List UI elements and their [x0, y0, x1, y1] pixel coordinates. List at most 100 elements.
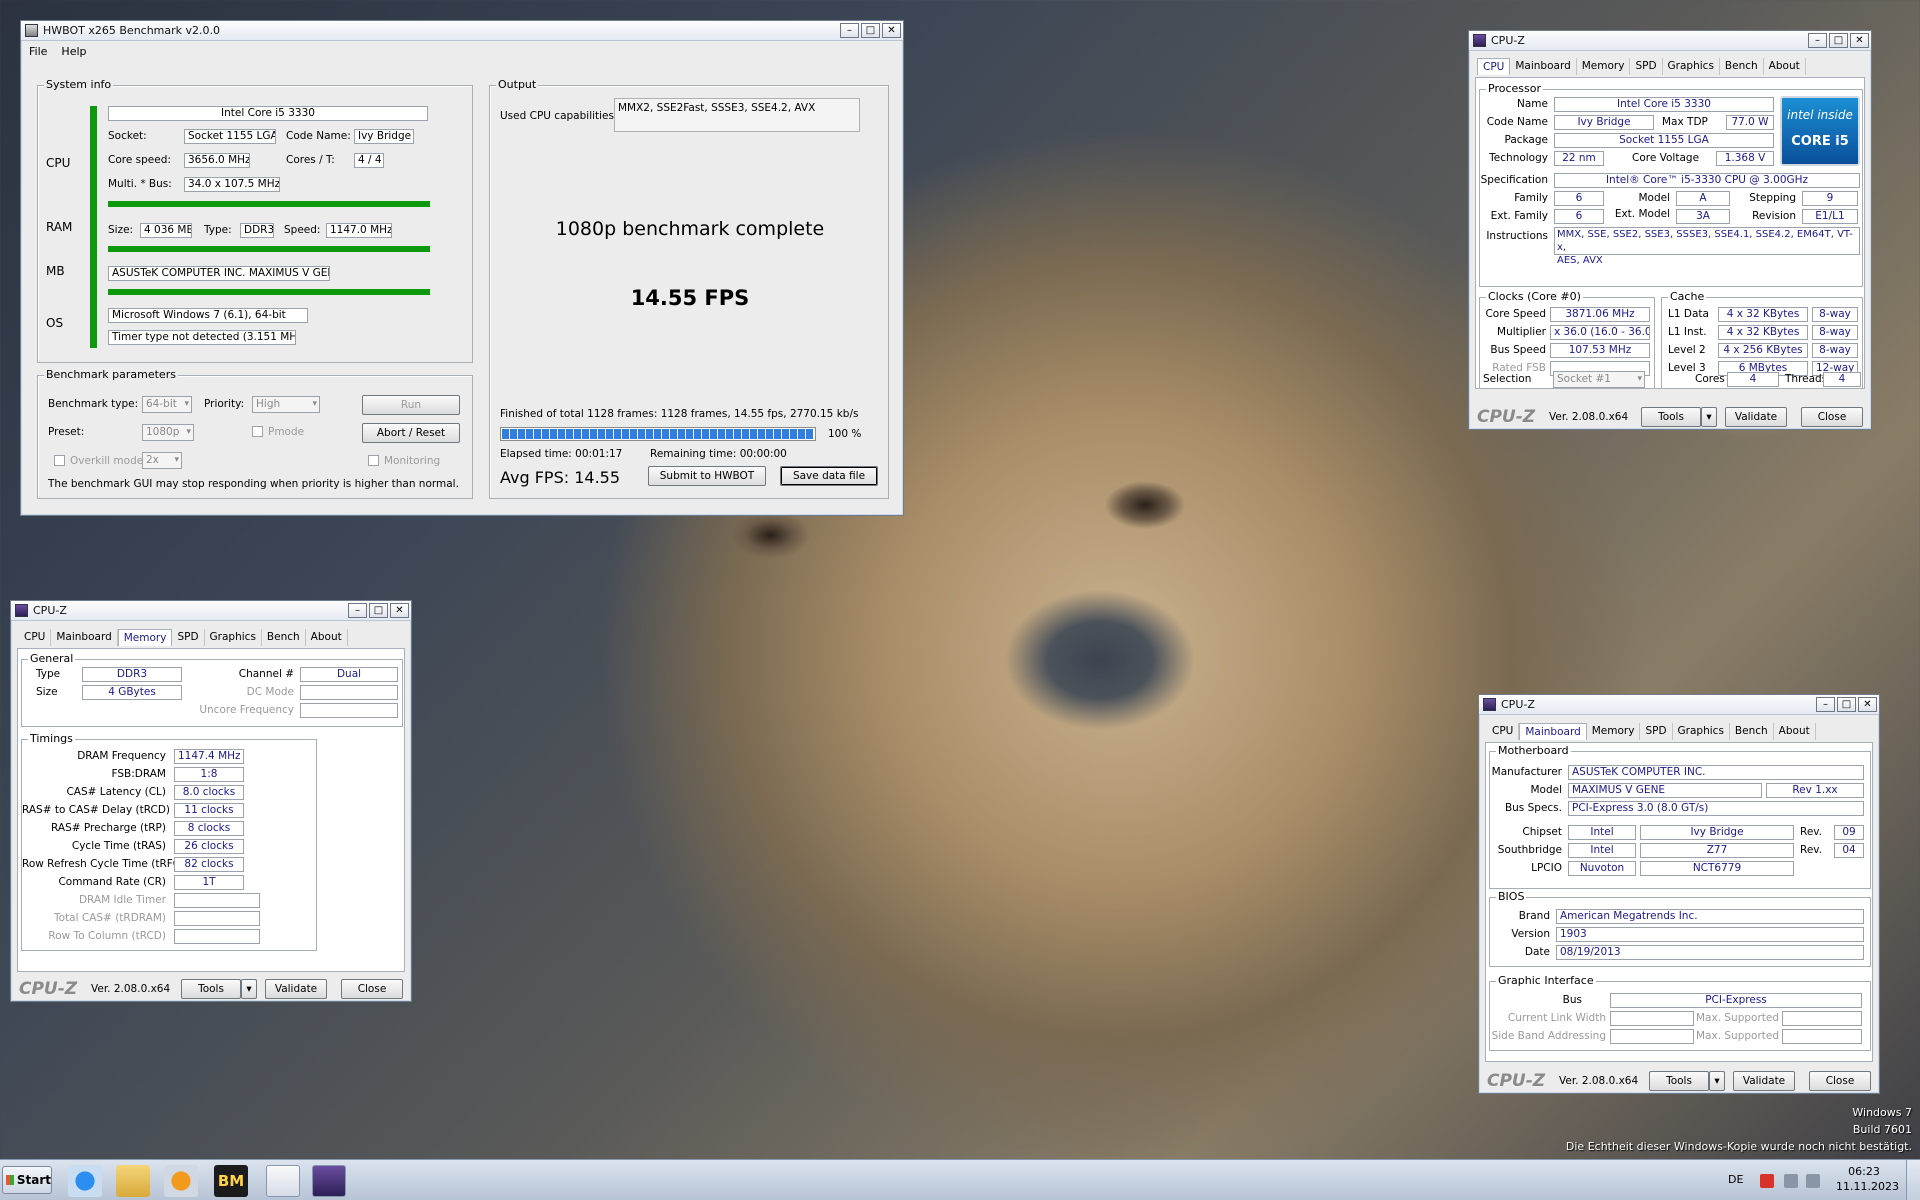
- tools-dropdown-button[interactable]: ▾: [1701, 407, 1717, 427]
- taskbar: Start BM DE 06:23 11.11.2023: [0, 1159, 1920, 1200]
- timings-legend: Timings: [28, 732, 75, 745]
- preset-select[interactable]: 1080p: [142, 424, 194, 441]
- tab-about[interactable]: About: [306, 629, 348, 646]
- pmode-checkbox[interactable]: [252, 426, 263, 437]
- selection-select[interactable]: Socket #1: [1553, 371, 1645, 388]
- close-button[interactable]: ✕: [1858, 697, 1877, 712]
- run-button[interactable]: Run: [362, 395, 460, 415]
- show-desktop-button[interactable]: [1906, 1160, 1920, 1200]
- minimize-button[interactable]: –: [348, 603, 367, 618]
- cpuz-cpu-titlebar[interactable]: CPU-Z – □ ✕: [1469, 31, 1871, 51]
- save-data-button[interactable]: Save data file: [780, 466, 878, 486]
- close-app-button[interactable]: Close: [341, 979, 403, 999]
- submit-hwbot-button[interactable]: Submit to HWBOT: [648, 466, 766, 486]
- cpuz-mainboard-titlebar[interactable]: CPU-Z – □ ✕: [1479, 695, 1879, 715]
- max-supported-field-2: [1782, 1029, 1862, 1044]
- start-button[interactable]: Start: [2, 1166, 52, 1194]
- tab-spd[interactable]: SPD: [172, 629, 205, 646]
- maximize-button[interactable]: □: [861, 23, 880, 38]
- explorer-icon[interactable]: [116, 1165, 150, 1197]
- tab-bench[interactable]: Bench: [262, 629, 306, 646]
- tab-graphics[interactable]: Graphics: [1663, 58, 1720, 75]
- ram-size-label: Size:: [108, 224, 134, 236]
- maximize-button[interactable]: □: [369, 603, 388, 618]
- overkill-select[interactable]: 2x: [142, 452, 182, 469]
- tab-bench[interactable]: Bench: [1720, 58, 1764, 75]
- cpuz-cpu-window: CPU-Z – □ ✕ CPU Mainboard Memory SPD Gra…: [1468, 30, 1872, 430]
- timing-label-disabled: Total CAS# (tRDRAM): [54, 912, 166, 924]
- mem-type-field: DDR3: [82, 667, 182, 682]
- tab-about[interactable]: About: [1764, 58, 1806, 75]
- validate-button[interactable]: Validate: [265, 979, 327, 999]
- cpuz-mainboard-tabs: CPU Mainboard Memory SPD Graphics Bench …: [1487, 723, 1816, 740]
- tools-dropdown-button[interactable]: ▾: [241, 979, 257, 999]
- tab-spd[interactable]: SPD: [1640, 723, 1673, 740]
- maximize-button[interactable]: □: [1837, 697, 1856, 712]
- hwbot-task-icon[interactable]: [266, 1165, 300, 1197]
- minimize-button[interactable]: –: [1808, 33, 1827, 48]
- priority-select[interactable]: High: [252, 396, 320, 413]
- tools-dropdown-button[interactable]: ▾: [1709, 1071, 1725, 1091]
- dc-mode-label: DC Mode: [246, 686, 294, 698]
- validate-button[interactable]: Validate: [1725, 407, 1787, 427]
- l1-inst-way: 8-way: [1812, 325, 1858, 340]
- tab-cpu[interactable]: CPU: [1477, 58, 1511, 75]
- menu-file[interactable]: File: [29, 45, 47, 58]
- language-indicator[interactable]: DE: [1728, 1173, 1743, 1186]
- bm-app-icon[interactable]: BM: [214, 1165, 248, 1197]
- package-field: Socket 1155 LGA: [1554, 133, 1774, 148]
- tab-mainboard[interactable]: Mainboard: [1519, 723, 1587, 740]
- overkill-checkbox[interactable]: [54, 455, 65, 466]
- ie-icon[interactable]: [68, 1165, 102, 1197]
- tab-about[interactable]: About: [1774, 723, 1816, 740]
- action-center-icon[interactable]: [1760, 1174, 1774, 1188]
- tab-mainboard[interactable]: Mainboard: [1510, 58, 1577, 75]
- close-button[interactable]: ✕: [882, 23, 901, 38]
- clock[interactable]: 06:23 11.11.2023: [1836, 1164, 1899, 1194]
- close-button[interactable]: ✕: [1850, 33, 1869, 48]
- southbridge-vendor-field: Intel: [1568, 843, 1636, 858]
- close-app-button[interactable]: Close: [1809, 1071, 1871, 1091]
- tab-memory[interactable]: Memory: [117, 629, 173, 646]
- timing-label: Row Refresh Cycle Time (tRFC): [22, 858, 185, 870]
- media-player-icon[interactable]: [164, 1165, 198, 1197]
- hwbot-titlebar[interactable]: HWBOT x265 Benchmark v2.0.0 – □ ✕: [21, 21, 903, 41]
- cpuz-memory-titlebar[interactable]: CPU-Z – □ ✕: [11, 601, 411, 621]
- start-label: Start: [16, 1173, 51, 1187]
- tab-mainboard[interactable]: Mainboard: [51, 629, 118, 646]
- monitoring-checkbox[interactable]: [368, 455, 379, 466]
- tab-memory[interactable]: Memory: [1577, 58, 1631, 75]
- tab-memory[interactable]: Memory: [1587, 723, 1641, 740]
- maximize-button[interactable]: □: [1829, 33, 1848, 48]
- tab-bench[interactable]: Bench: [1730, 723, 1774, 740]
- benchmark-params-group: Benchmark parameters Benchmark type: 64-…: [37, 368, 473, 499]
- volume-icon[interactable]: [1806, 1174, 1820, 1188]
- tools-button[interactable]: Tools: [1641, 407, 1701, 427]
- tab-cpu[interactable]: CPU: [1487, 723, 1520, 740]
- bios-brand-label: Brand: [1518, 910, 1550, 922]
- timing-value: 1:8: [174, 767, 244, 782]
- tab-spd[interactable]: SPD: [1630, 58, 1663, 75]
- timing-label: Cycle Time (tRAS): [71, 840, 166, 852]
- tab-cpu[interactable]: CPU: [19, 629, 52, 646]
- tools-button[interactable]: Tools: [181, 979, 241, 999]
- network-icon[interactable]: [1784, 1174, 1798, 1188]
- family-field: 6: [1554, 191, 1604, 206]
- menu-help[interactable]: Help: [61, 45, 86, 58]
- lpcio-label: LPCIO: [1531, 862, 1562, 874]
- close-button[interactable]: ✕: [390, 603, 409, 618]
- gi-bus-label: Bus: [1562, 994, 1582, 1006]
- tools-button[interactable]: Tools: [1649, 1071, 1709, 1091]
- max-supported-label-1: Max. Supported: [1696, 1012, 1780, 1024]
- tab-graphics[interactable]: Graphics: [1673, 723, 1730, 740]
- ram-section-label: RAM: [46, 220, 73, 234]
- tab-graphics[interactable]: Graphics: [205, 629, 262, 646]
- model-label: Model: [1530, 784, 1562, 796]
- minimize-button[interactable]: –: [1816, 697, 1835, 712]
- close-app-button[interactable]: Close: [1801, 407, 1863, 427]
- minimize-button[interactable]: –: [840, 23, 859, 38]
- validate-button[interactable]: Validate: [1733, 1071, 1795, 1091]
- cpuz-task-icon[interactable]: [312, 1165, 346, 1197]
- benchmark-type-select[interactable]: 64-bit: [142, 396, 192, 413]
- abort-reset-button[interactable]: Abort / Reset: [362, 423, 460, 443]
